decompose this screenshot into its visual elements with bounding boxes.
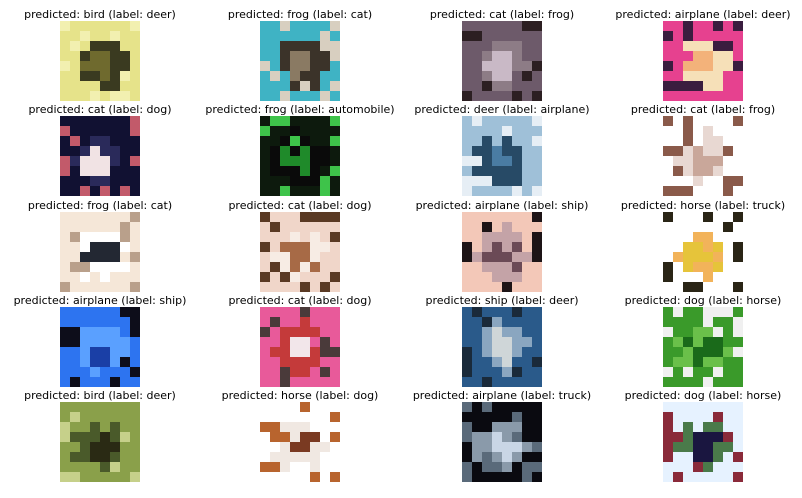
sample-image (60, 212, 140, 292)
sample-image (260, 21, 340, 101)
sample-cell: predicted: cat (label: dog) (0, 95, 200, 196)
sample-caption: predicted: cat (label: frog) (429, 8, 575, 21)
sample-caption: predicted: frog (label: cat) (227, 8, 373, 21)
sample-caption: predicted: dog (label: horse) (624, 389, 782, 402)
sample-cell: predicted: frog (label: automobile) (200, 95, 400, 196)
sample-caption: predicted: dog (label: horse) (624, 294, 782, 307)
sample-image (462, 116, 542, 196)
sample-image (462, 307, 542, 387)
sample-image (663, 307, 743, 387)
sample-caption: predicted: cat (label: dog) (228, 199, 372, 212)
sample-image (60, 402, 140, 482)
sample-caption: predicted: bird (label: deer) (24, 389, 176, 402)
sample-caption: predicted: cat (label: dog) (28, 103, 172, 116)
sample-cell: predicted: airplane (label: ship) (0, 286, 200, 387)
sample-cell: predicted: dog (label: horse) (603, 381, 802, 482)
sample-caption: predicted: horse (label: truck) (620, 199, 786, 212)
sample-cell: predicted: bird (label: deer) (0, 381, 200, 482)
sample-cell: predicted: horse (label: truck) (603, 191, 802, 292)
sample-caption: predicted: deer (label: airplane) (414, 103, 590, 116)
sample-image (60, 21, 140, 101)
sample-image (60, 307, 140, 387)
sample-image (260, 116, 340, 196)
sample-image (663, 402, 743, 482)
sample-image (663, 21, 743, 101)
sample-caption: predicted: airplane (label: truck) (412, 389, 592, 402)
sample-cell: predicted: frog (label: cat) (200, 0, 400, 101)
sample-cell: predicted: cat (label: dog) (200, 191, 400, 292)
sample-caption: predicted: frog (label: automobile) (205, 103, 395, 116)
sample-image (462, 212, 542, 292)
image-grid: predicted: bird (label: deer) predicted: … (0, 0, 802, 498)
sample-cell: predicted: cat (label: frog) (603, 95, 802, 196)
sample-image (260, 307, 340, 387)
sample-cell: predicted: airplane (label: ship) (402, 191, 602, 292)
sample-cell: predicted: horse (label: dog) (200, 381, 400, 482)
sample-caption: predicted: bird (label: deer) (24, 8, 176, 21)
sample-caption: predicted: horse (label: dog) (221, 389, 379, 402)
sample-caption: predicted: airplane (label: ship) (13, 294, 187, 307)
sample-cell: predicted: cat (label: dog) (200, 286, 400, 387)
sample-cell: predicted: bird (label: deer) (0, 0, 200, 101)
sample-caption: predicted: ship (label: deer) (425, 294, 579, 307)
sample-cell: predicted: cat (label: frog) (402, 0, 602, 101)
sample-image (462, 402, 542, 482)
sample-caption: predicted: airplane (label: ship) (415, 199, 589, 212)
sample-image (663, 212, 743, 292)
sample-caption: predicted: cat (label: frog) (630, 103, 776, 116)
sample-cell: predicted: airplane (label: deer) (603, 0, 802, 101)
sample-cell: predicted: ship (label: deer) (402, 286, 602, 387)
sample-caption: predicted: cat (label: dog) (228, 294, 372, 307)
sample-cell: predicted: frog (label: cat) (0, 191, 200, 292)
sample-image (60, 116, 140, 196)
sample-image (462, 21, 542, 101)
sample-cell: predicted: deer (label: airplane) (402, 95, 602, 196)
sample-image (663, 116, 743, 196)
sample-cell: predicted: dog (label: horse) (603, 286, 802, 387)
sample-caption: predicted: airplane (label: deer) (615, 8, 791, 21)
sample-image (260, 212, 340, 292)
sample-caption: predicted: frog (label: cat) (27, 199, 173, 212)
sample-cell: predicted: airplane (label: truck) (402, 381, 602, 482)
sample-image (260, 402, 340, 482)
